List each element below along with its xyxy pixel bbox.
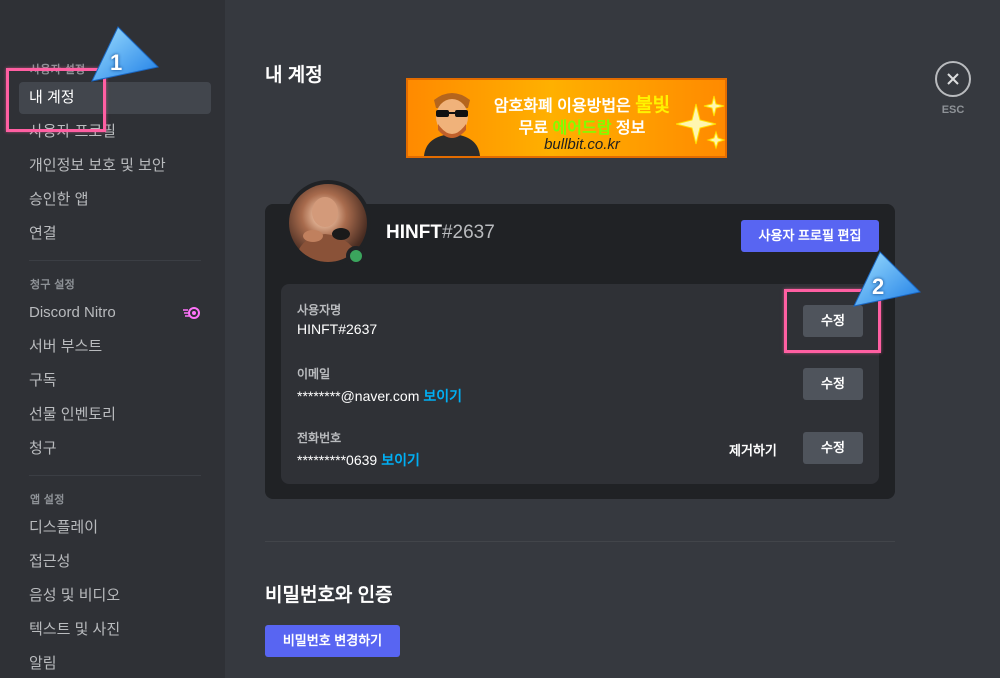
edit-email-button[interactable]: 수정 bbox=[803, 368, 863, 400]
phone-label: 전화번호 bbox=[297, 431, 342, 445]
sidebar-item-subscriptions[interactable]: 구독 bbox=[19, 365, 211, 397]
online-status-indicator bbox=[346, 246, 366, 266]
character-face-icon bbox=[424, 93, 480, 156]
esc-label: ESC bbox=[941, 104, 965, 116]
sidebar-item-appearance[interactable]: 디스플레이 bbox=[19, 512, 211, 544]
sparkle-icon bbox=[676, 95, 726, 150]
sidebar-item-label: Discord Nitro bbox=[29, 304, 116, 321]
username-label: 사용자명 bbox=[297, 303, 342, 317]
close-icon bbox=[947, 73, 959, 85]
sidebar-item-authorized-apps[interactable]: 승인한 앱 bbox=[19, 184, 211, 216]
banner-line2: 무료 에어드랍 정보 bbox=[518, 120, 646, 137]
ad-banner[interactable]: 암호화폐 이용방법은 불빛 무료 에어드랍 정보 bullbit.co.kr bbox=[406, 78, 727, 158]
edit-user-profile-button[interactable]: 사용자 프로필 편집 bbox=[741, 220, 879, 252]
sidebar-item-text-images[interactable]: 텍스트 및 사진 bbox=[19, 614, 211, 646]
phone-value: *********0639 보이기 bbox=[297, 452, 420, 468]
sidebar-header-app-settings: 앱 설정 bbox=[30, 494, 65, 506]
sidebar-item-nitro[interactable]: Discord Nitro bbox=[19, 297, 211, 329]
sidebar-item-billing[interactable]: 청구 bbox=[19, 433, 211, 465]
sidebar-item-voice-video[interactable]: 음성 및 비디오 bbox=[19, 580, 211, 612]
sidebar-item-connections[interactable]: 연결 bbox=[19, 218, 211, 250]
reveal-phone-link[interactable]: 보이기 bbox=[381, 452, 420, 468]
reveal-email-link[interactable]: 보이기 bbox=[423, 388, 462, 404]
sidebar-item-privacy-safety[interactable]: 개인정보 보호 및 보안 bbox=[19, 150, 211, 182]
sidebar-divider bbox=[29, 475, 201, 476]
page-title: 내 계정 bbox=[265, 65, 323, 86]
close-button[interactable] bbox=[935, 61, 971, 97]
sidebar-item-accessibility[interactable]: 접근성 bbox=[19, 546, 211, 578]
edit-phone-button[interactable]: 수정 bbox=[803, 432, 863, 464]
step1-arrow-icon bbox=[91, 26, 160, 82]
nitro-icon bbox=[183, 307, 200, 319]
banner-line1: 암호화폐 이용방법은 불빛 bbox=[493, 95, 671, 116]
sidebar-item-gift-inventory[interactable]: 선물 인벤토리 bbox=[19, 399, 211, 431]
username-value: HINFT#2637 bbox=[297, 321, 378, 337]
profile-username: HINFT#2637 bbox=[386, 222, 495, 243]
sidebar-header-billing: 청구 설정 bbox=[30, 279, 76, 291]
banner-url: bullbit.co.kr bbox=[544, 136, 620, 153]
step2-arrow-icon bbox=[853, 251, 922, 307]
step1-number: 1 bbox=[110, 50, 123, 75]
remove-phone-button[interactable]: 제거하기 bbox=[729, 440, 777, 459]
section-divider bbox=[265, 541, 895, 542]
email-label: 이메일 bbox=[297, 367, 331, 381]
sidebar-item-server-boost[interactable]: 서버 부스트 bbox=[19, 331, 211, 363]
change-password-button[interactable]: 비밀번호 변경하기 bbox=[265, 625, 400, 657]
step2-number: 2 bbox=[872, 274, 885, 299]
email-value: ********@naver.com 보이기 bbox=[297, 388, 463, 404]
sidebar-divider bbox=[29, 260, 201, 261]
sidebar-item-notifications[interactable]: 알림 bbox=[19, 648, 211, 678]
password-section-title: 비밀번호와 인증 bbox=[265, 585, 393, 606]
